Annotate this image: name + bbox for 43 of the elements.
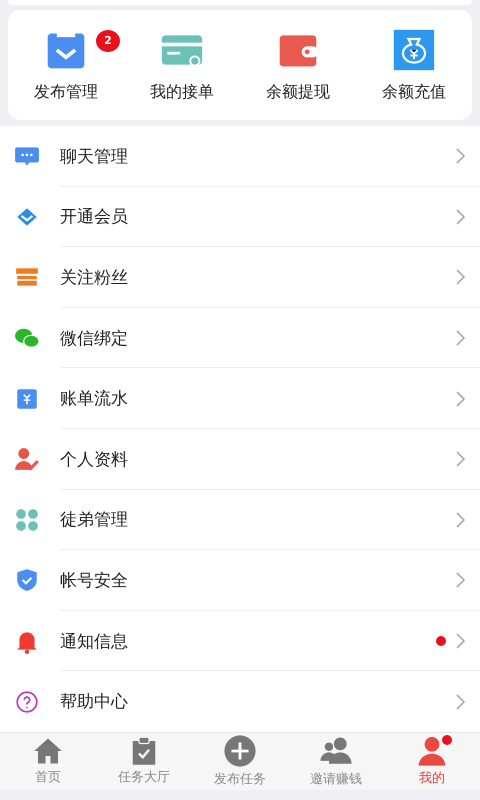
menu-label: 聊天管理 [60, 146, 129, 168]
chevron-right-icon [456, 451, 466, 468]
menu-label: 帐号安全 [60, 570, 129, 592]
menu-label: 关注粉丝 [60, 266, 129, 289]
menu-item[interactable]: 徒弟管理 [0, 490, 480, 550]
menu-item[interactable]: 微信绑定 [0, 308, 480, 368]
chevron-right-icon [456, 330, 466, 346]
chevron-right-icon [456, 269, 466, 286]
person-pencil-icon [14, 446, 40, 472]
plus-circle-icon [223, 734, 257, 768]
quick-action-label[interactable]: 我的接单 [150, 82, 214, 102]
menu-label: 账单流水 [60, 388, 129, 410]
four-leaf-icon [14, 506, 40, 533]
chevron-right-icon [456, 148, 466, 164]
menu-item[interactable]: 个人资料 [0, 428, 480, 490]
chevron-right-icon [456, 633, 466, 650]
menu-label: 通知信息 [60, 630, 129, 653]
home-icon [33, 736, 63, 766]
chevron-right-icon [456, 572, 466, 588]
quick-action-label[interactable]: 余额提现 [266, 82, 330, 102]
person-icon [416, 735, 448, 768]
quick-action-label[interactable]: 余额充值 [382, 82, 446, 102]
chevron-right-icon [456, 512, 466, 528]
menu-item[interactable]: 开通会员 [0, 186, 480, 248]
menu-item[interactable]: 关注粉丝 [0, 247, 480, 308]
help-icon [14, 688, 40, 715]
menu-label: 徒弟管理 [60, 509, 129, 532]
menu-item[interactable]: 聊天管理 [0, 126, 480, 187]
chevron-right-icon [456, 694, 466, 710]
menu-label: 微信绑定 [60, 328, 129, 350]
menu-label: 开通会员 [60, 206, 129, 228]
money-bag-icon [392, 28, 436, 72]
menu-item[interactable]: 账单流水 [0, 368, 480, 429]
menu-label: 帮助中心 [60, 691, 129, 714]
menu-label: 个人资料 [60, 448, 129, 471]
chevron-right-icon [456, 390, 466, 407]
chevron-right-icon [456, 208, 466, 225]
menu-item[interactable]: 帐号安全 [0, 550, 480, 611]
menu-item[interactable]: 帮助中心 [0, 671, 480, 732]
quick-action-label[interactable]: 发布管理 [34, 82, 98, 102]
tab[interactable]: 我的 [384, 732, 480, 790]
menu-item[interactable]: 通知信息 [0, 610, 480, 672]
count-badge: 2 [96, 30, 120, 52]
